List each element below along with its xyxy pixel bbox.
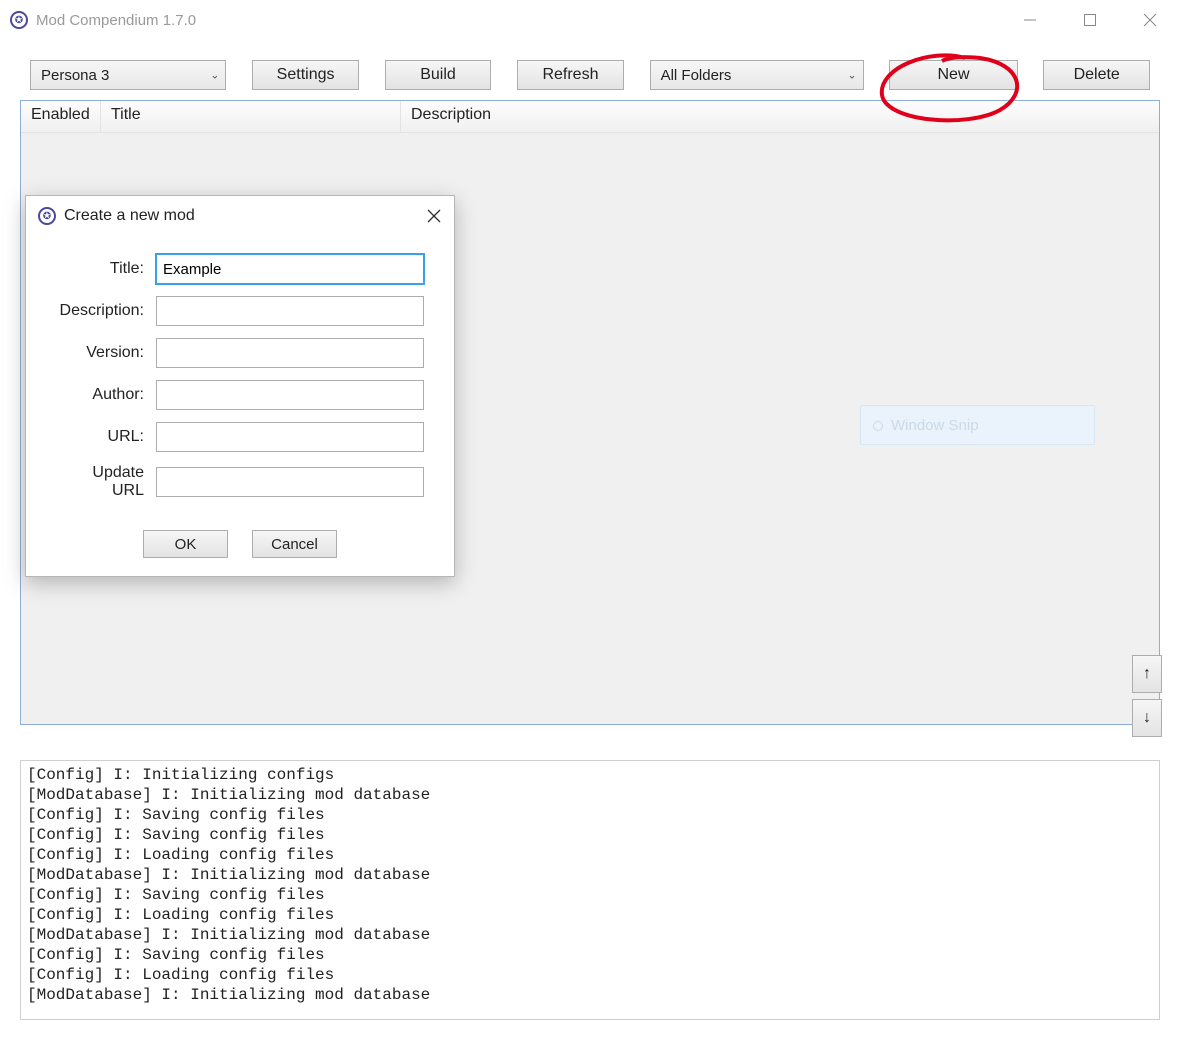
cancel-button[interactable]: Cancel [252, 530, 337, 558]
new-button[interactable]: New [889, 60, 1017, 90]
author-field[interactable] [156, 380, 424, 410]
toolbar: Persona 3 ⌄ Settings Build Refresh All F… [0, 40, 1180, 100]
window-controls [1000, 0, 1180, 40]
window-snip-ghost: Window Snip [860, 405, 1095, 445]
dialog-buttons: OK Cancel [26, 522, 454, 576]
version-field[interactable] [156, 338, 424, 368]
title-field[interactable] [156, 254, 424, 284]
move-down-button[interactable]: ↓ [1132, 699, 1162, 737]
window-title: Mod Compendium 1.7.0 [36, 12, 196, 29]
minimize-button[interactable] [1000, 0, 1060, 40]
col-description[interactable]: Description [401, 101, 1159, 132]
chevron-down-icon: ⌄ [210, 69, 219, 82]
dialog-body: Title: Description: Version: Author: URL… [26, 236, 454, 522]
url-field[interactable] [156, 422, 424, 452]
move-up-button[interactable]: ↑ [1132, 655, 1162, 693]
app-icon: ✪ [10, 11, 28, 29]
settings-button[interactable]: Settings [252, 60, 359, 90]
col-enabled[interactable]: Enabled [21, 101, 101, 132]
app-icon: ✪ [38, 207, 56, 225]
build-button[interactable]: Build [385, 60, 492, 90]
game-select[interactable]: Persona 3 ⌄ [30, 60, 226, 90]
grid-header: Enabled Title Description [21, 101, 1159, 133]
refresh-button[interactable]: Refresh [517, 60, 624, 90]
delete-button[interactable]: Delete [1043, 60, 1150, 90]
dialog-titlebar[interactable]: ✪ Create a new mod [26, 196, 454, 236]
version-label: Version: [56, 344, 156, 362]
folders-select-value: All Folders [661, 67, 732, 84]
title-label: Title: [56, 260, 156, 278]
folders-select[interactable]: All Folders ⌄ [650, 60, 864, 90]
col-title[interactable]: Title [101, 101, 401, 132]
log-panel[interactable]: [Config] I: Initializing configs [ModDat… [20, 760, 1160, 1020]
ok-button[interactable]: OK [143, 530, 228, 558]
create-mod-dialog: ✪ Create a new mod Title: Description: V… [25, 195, 455, 577]
author-label: Author: [56, 386, 156, 404]
update-url-label: Update URL [56, 464, 156, 500]
chevron-down-icon: ⌄ [847, 69, 856, 82]
url-label: URL: [56, 428, 156, 446]
log-text: [Config] I: Initializing configs [ModDat… [27, 766, 430, 1004]
update-url-field[interactable] [156, 467, 424, 497]
maximize-button[interactable] [1060, 0, 1120, 40]
description-label: Description: [56, 302, 156, 320]
description-field[interactable] [156, 296, 424, 326]
game-select-value: Persona 3 [41, 67, 109, 84]
close-button[interactable] [1120, 0, 1180, 40]
dialog-title: Create a new mod [64, 207, 195, 225]
dialog-close-button[interactable] [424, 206, 444, 226]
